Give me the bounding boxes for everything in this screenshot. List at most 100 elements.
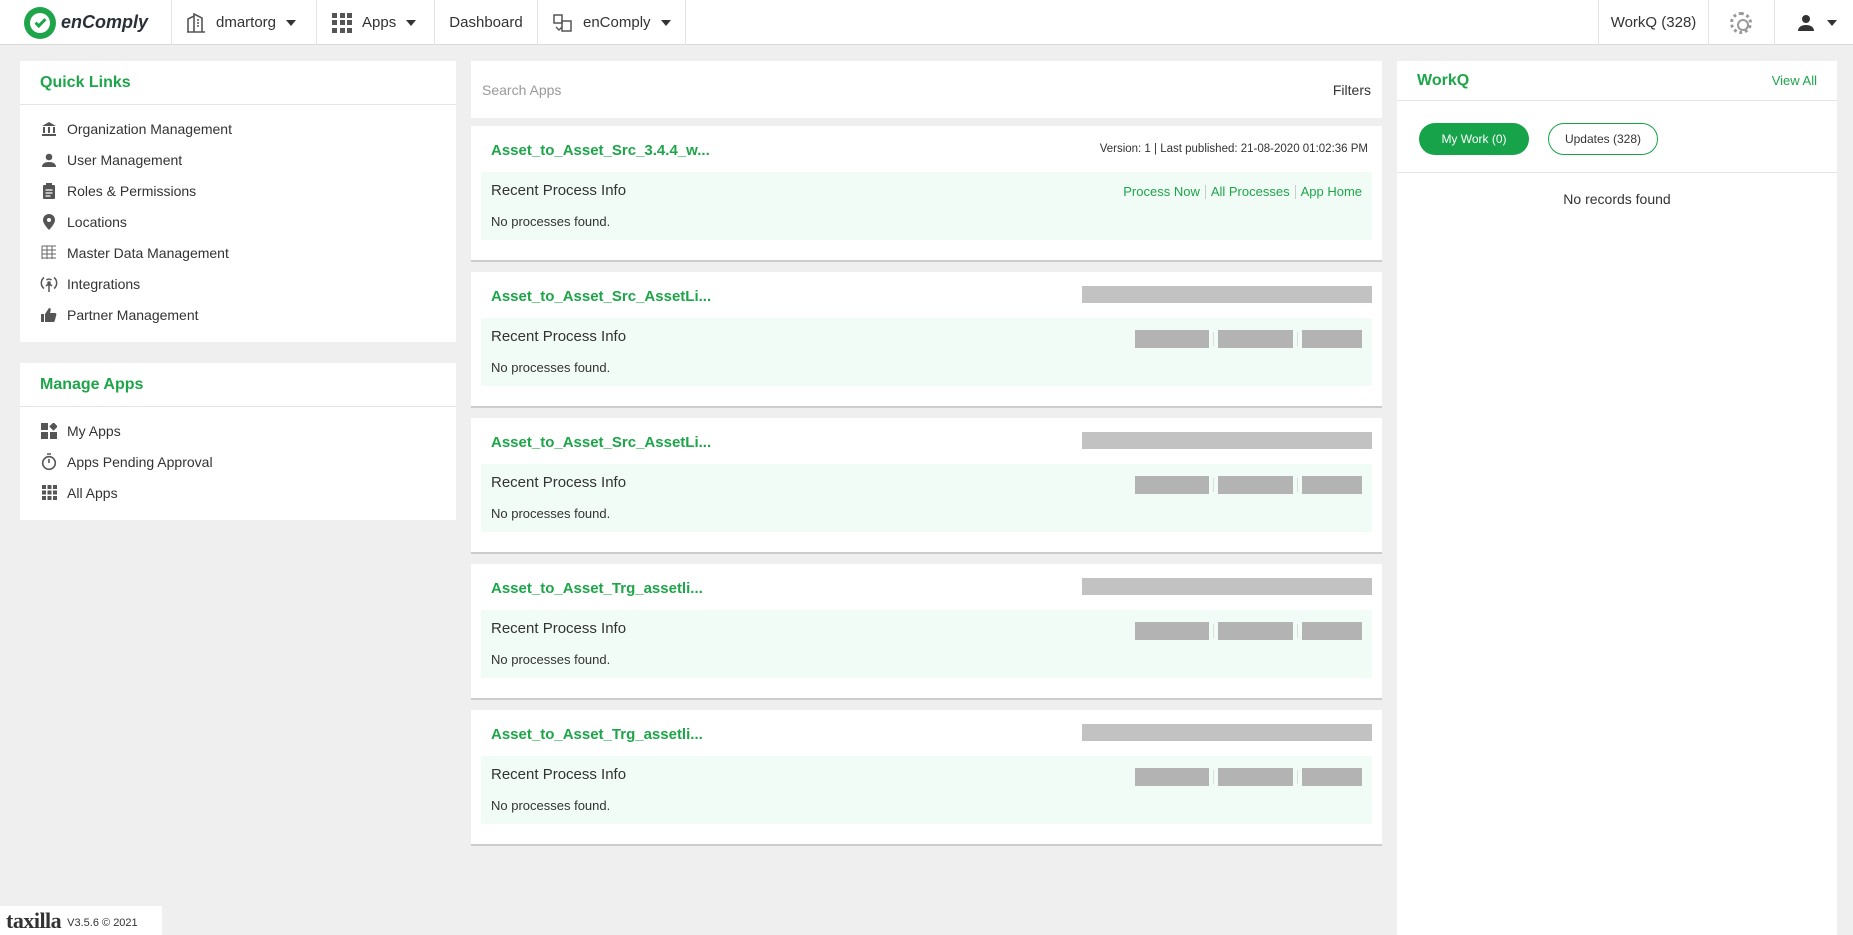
- quick-link-label: Integrations: [67, 275, 141, 292]
- settings-button[interactable]: [1709, 0, 1775, 45]
- divider: [1297, 624, 1298, 638]
- process-now-link[interactable]: Process Now: [1123, 184, 1200, 199]
- top-navbar: enComply dmartorg Apps Dashboard enCompl…: [0, 0, 1853, 45]
- loading-placeholder: [1135, 476, 1209, 494]
- workq-header: WorkQ View All: [1397, 61, 1837, 101]
- manage-apps-my-apps[interactable]: My Apps: [40, 415, 456, 446]
- recent-process-panel: Recent Process Info No processes found.: [481, 464, 1372, 532]
- recent-process-panel: Recent Process Info No processes found.: [481, 756, 1372, 824]
- org-name: dmartorg: [216, 14, 277, 31]
- org-switcher[interactable]: dmartorg: [172, 0, 317, 45]
- app-card: Asset_to_Asset_Src_3.4.4_w... Version: 1…: [471, 126, 1382, 262]
- divider: [1297, 770, 1298, 784]
- app-card: Asset_to_Asset_Src_AssetLi... Recent Pro…: [471, 272, 1382, 408]
- app-title[interactable]: Asset_to_Asset_Trg_assetli...: [491, 726, 703, 743]
- view-all-link[interactable]: View All: [1772, 73, 1817, 88]
- app-title[interactable]: Asset_to_Asset_Trg_assetli...: [491, 580, 703, 597]
- tab-updates[interactable]: Updates (328): [1548, 123, 1658, 155]
- grid-icon: [40, 484, 58, 502]
- app-title[interactable]: Asset_to_Asset_Src_AssetLi...: [491, 434, 711, 451]
- dashboard-link[interactable]: Dashboard: [435, 0, 538, 45]
- manage-apps-label: My Apps: [67, 422, 121, 439]
- manage-apps-all-apps[interactable]: All Apps: [40, 477, 456, 508]
- brand-name: enComply: [61, 12, 149, 32]
- map-pin-icon: [40, 213, 58, 231]
- building-icon: [187, 12, 205, 33]
- divider: [1213, 770, 1214, 784]
- loading-placeholder: [1218, 330, 1293, 348]
- process-status: No processes found.: [491, 506, 611, 521]
- search-bar: Filters: [471, 61, 1382, 118]
- loading-placeholder: [1135, 330, 1209, 348]
- user-menu[interactable]: [1775, 0, 1853, 45]
- manage-apps-header: Manage Apps: [20, 363, 456, 407]
- apps-menu-label: Apps: [362, 14, 397, 31]
- workq-counter[interactable]: WorkQ (328): [1598, 0, 1709, 45]
- divider: [1297, 478, 1298, 492]
- filters-button[interactable]: Filters: [1333, 82, 1371, 98]
- widgets-icon: [40, 422, 58, 440]
- apps-grid-icon: [332, 12, 352, 33]
- loading-placeholder: [1082, 286, 1372, 303]
- recent-process-panel: Recent Process Info Process Now All Proc…: [481, 172, 1372, 240]
- version-label: V3.5.6 © 2021: [67, 916, 138, 929]
- recent-process-panel: Recent Process Info No processes found.: [481, 318, 1372, 386]
- apps-menu[interactable]: Apps: [317, 0, 435, 45]
- quick-link-organization-management[interactable]: Organization Management: [40, 113, 456, 144]
- quick-link-label: Roles & Permissions: [67, 182, 197, 199]
- divider: [1204, 184, 1206, 199]
- thumbs-up-icon: [40, 306, 58, 324]
- quick-link-partner-management[interactable]: Partner Management: [40, 299, 456, 330]
- gear-icon: [1730, 12, 1752, 34]
- divider: [1294, 184, 1296, 199]
- manage-apps-label: Apps Pending Approval: [67, 453, 213, 470]
- quick-link-label: Master Data Management: [67, 244, 229, 261]
- process-status: No processes found.: [491, 652, 611, 667]
- search-apps-input[interactable]: [482, 81, 1082, 98]
- quick-link-roles-permissions[interactable]: Roles & Permissions: [40, 175, 456, 206]
- clipboard-icon: [40, 182, 58, 200]
- all-processes-link[interactable]: All Processes: [1211, 184, 1290, 199]
- loading-placeholder: [1135, 622, 1209, 640]
- app-home-link[interactable]: App Home: [1301, 184, 1362, 199]
- chevron-down-icon: [406, 19, 417, 26]
- quick-links-list: Organization Management User Management …: [20, 105, 456, 330]
- divider: [1213, 624, 1214, 638]
- app-card: Asset_to_Asset_Trg_assetli... Recent Pro…: [471, 564, 1382, 700]
- dashboard-label: Dashboard: [449, 14, 523, 31]
- tab-my-work[interactable]: My Work (0): [1419, 123, 1529, 155]
- recent-process-label: Recent Process Info: [491, 766, 627, 783]
- recent-process-label: Recent Process Info: [491, 328, 627, 345]
- brand-logo[interactable]: enComply: [0, 0, 172, 45]
- manage-apps-pending-approval[interactable]: Apps Pending Approval: [40, 446, 456, 477]
- loading-actions: [1135, 476, 1362, 494]
- recent-process-panel: Recent Process Info No processes found.: [481, 610, 1372, 678]
- recent-process-label: Recent Process Info: [491, 474, 627, 491]
- timer-icon: [40, 453, 58, 471]
- loading-actions: [1135, 768, 1362, 786]
- chevron-down-icon: [286, 19, 297, 26]
- quick-links-panel: Quick Links Organization Management User…: [20, 61, 456, 342]
- quick-link-master-data-management[interactable]: Master Data Management: [40, 237, 456, 268]
- loading-actions: [1135, 622, 1362, 640]
- manage-apps-list: My Apps Apps Pending Approval All Apps: [20, 407, 456, 508]
- loading-placeholder: [1135, 768, 1209, 786]
- recent-process-label: Recent Process Info: [491, 182, 627, 199]
- quick-link-user-management[interactable]: User Management: [40, 144, 456, 175]
- user-icon: [40, 151, 58, 169]
- app-title[interactable]: Asset_to_Asset_Src_3.4.4_w...: [491, 142, 710, 159]
- product-switcher[interactable]: enComply: [538, 0, 686, 45]
- app-title[interactable]: Asset_to_Asset_Src_AssetLi...: [491, 288, 711, 305]
- loading-placeholder: [1218, 476, 1293, 494]
- quick-link-label: Partner Management: [67, 306, 199, 323]
- recent-process-label: Recent Process Info: [491, 620, 627, 637]
- chevron-down-icon: [660, 19, 671, 26]
- quick-link-locations[interactable]: Locations: [40, 206, 456, 237]
- loading-placeholder: [1302, 768, 1362, 786]
- table-icon: [40, 244, 58, 262]
- workq-counter-label: WorkQ (328): [1610, 14, 1697, 31]
- quick-link-integrations[interactable]: Integrations: [40, 268, 456, 299]
- quick-link-label: User Management: [67, 151, 183, 168]
- divider: [1213, 478, 1214, 492]
- loading-placeholder: [1218, 768, 1293, 786]
